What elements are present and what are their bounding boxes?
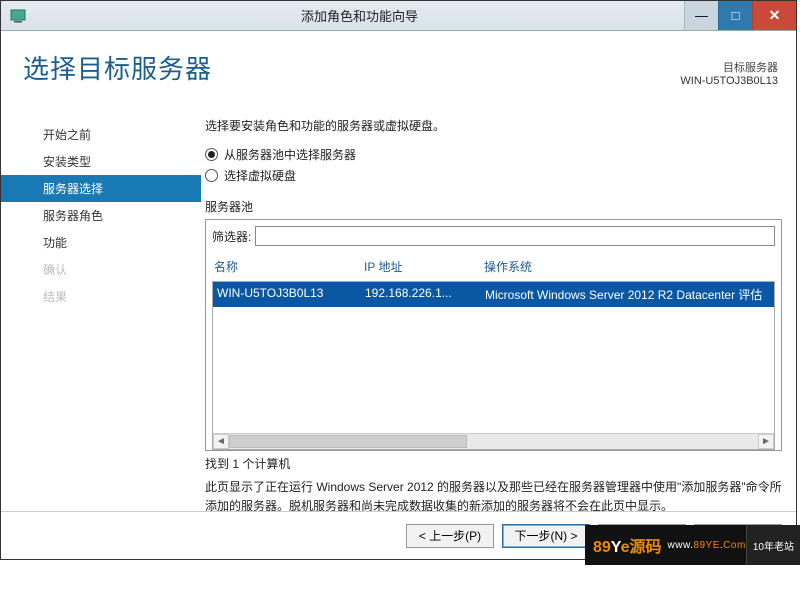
cell-os: Microsoft Windows Server 2012 R2 Datacen… — [485, 286, 770, 303]
minimize-button[interactable]: — — [684, 1, 718, 30]
maximize-button[interactable]: □ — [718, 1, 752, 30]
scroll-left-icon[interactable]: ◄ — [213, 434, 229, 449]
radio-from-pool[interactable]: 从服务器池中选择服务器 — [205, 146, 782, 163]
previous-button[interactable]: < 上一步(P) — [406, 524, 494, 548]
step-server-roles[interactable]: 服务器角色 — [1, 202, 201, 229]
scroll-track[interactable] — [229, 434, 758, 449]
filter-label: 筛选器: — [212, 228, 251, 245]
cell-name: WIN-U5TOJ3B0L13 — [217, 286, 365, 303]
step-results: 结果 — [1, 283, 201, 310]
watermark-url: www.89YE.Com — [668, 540, 746, 551]
app-icon — [1, 8, 35, 24]
scroll-thumb[interactable] — [229, 435, 467, 448]
radio-label: 从服务器池中选择服务器 — [224, 146, 356, 163]
wizard-window: 添加角色和功能向导 — □ ✕ 选择目标服务器 目标服务器 WIN-U5TOJ3… — [0, 0, 797, 560]
col-name[interactable]: 名称 — [214, 258, 364, 275]
server-pool-label: 服务器池 — [205, 198, 782, 215]
radio-icon — [205, 169, 218, 182]
next-button[interactable]: 下一步(N) > — [502, 524, 590, 548]
window-controls: — □ ✕ — [684, 1, 796, 30]
target-label: 目标服务器 — [680, 59, 778, 75]
watermark: 89Ye源码 www.89YE.Com 10年老站 — [585, 525, 800, 565]
col-ip[interactable]: IP 地址 — [364, 258, 484, 275]
watermark-logo: 89Ye源码 — [593, 533, 662, 557]
page-header: 选择目标服务器 目标服务器 WIN-U5TOJ3B0L13 — [1, 31, 796, 117]
horizontal-scrollbar[interactable]: ◄ ► — [213, 433, 774, 449]
server-grid: WIN-U5TOJ3B0L13 192.168.226.1... Microso… — [212, 281, 775, 450]
step-server-selection[interactable]: 服务器选择 — [1, 175, 201, 202]
col-os[interactable]: 操作系统 — [484, 258, 773, 275]
page-title: 选择目标服务器 — [23, 49, 212, 117]
titlebar: 添加角色和功能向导 — □ ✕ — [1, 1, 796, 31]
window-title: 添加角色和功能向导 — [35, 6, 684, 25]
table-header: 名称 IP 地址 操作系统 — [206, 252, 781, 281]
radio-vhd[interactable]: 选择虚拟硬盘 — [205, 167, 782, 184]
scroll-right-icon[interactable]: ► — [758, 434, 774, 449]
page-note: 此页显示了正在运行 Windows Server 2012 的服务器以及那些已经… — [205, 478, 782, 515]
radio-icon — [205, 148, 218, 161]
step-before-you-begin[interactable]: 开始之前 — [1, 121, 201, 148]
watermark-tag: 10年老站 — [746, 525, 800, 565]
step-install-type[interactable]: 安装类型 — [1, 148, 201, 175]
target-name: WIN-U5TOJ3B0L13 — [680, 75, 778, 87]
result-count: 找到 1 个计算机 — [205, 455, 782, 472]
instruction-text: 选择要安装角色和功能的服务器或虚拟硬盘。 — [205, 117, 782, 134]
radio-label: 选择虚拟硬盘 — [224, 167, 296, 184]
server-pool-box: 筛选器: 名称 IP 地址 操作系统 WIN-U5TOJ3B0L13 192.1… — [205, 219, 782, 451]
step-features[interactable]: 功能 — [1, 229, 201, 256]
target-server-box: 目标服务器 WIN-U5TOJ3B0L13 — [680, 49, 796, 117]
cell-ip: 192.168.226.1... — [365, 286, 485, 303]
filter-input[interactable] — [255, 226, 775, 246]
step-confirmation: 确认 — [1, 256, 201, 283]
filter-row: 筛选器: — [206, 220, 781, 252]
close-button[interactable]: ✕ — [752, 1, 796, 30]
table-row[interactable]: WIN-U5TOJ3B0L13 192.168.226.1... Microso… — [213, 282, 774, 307]
